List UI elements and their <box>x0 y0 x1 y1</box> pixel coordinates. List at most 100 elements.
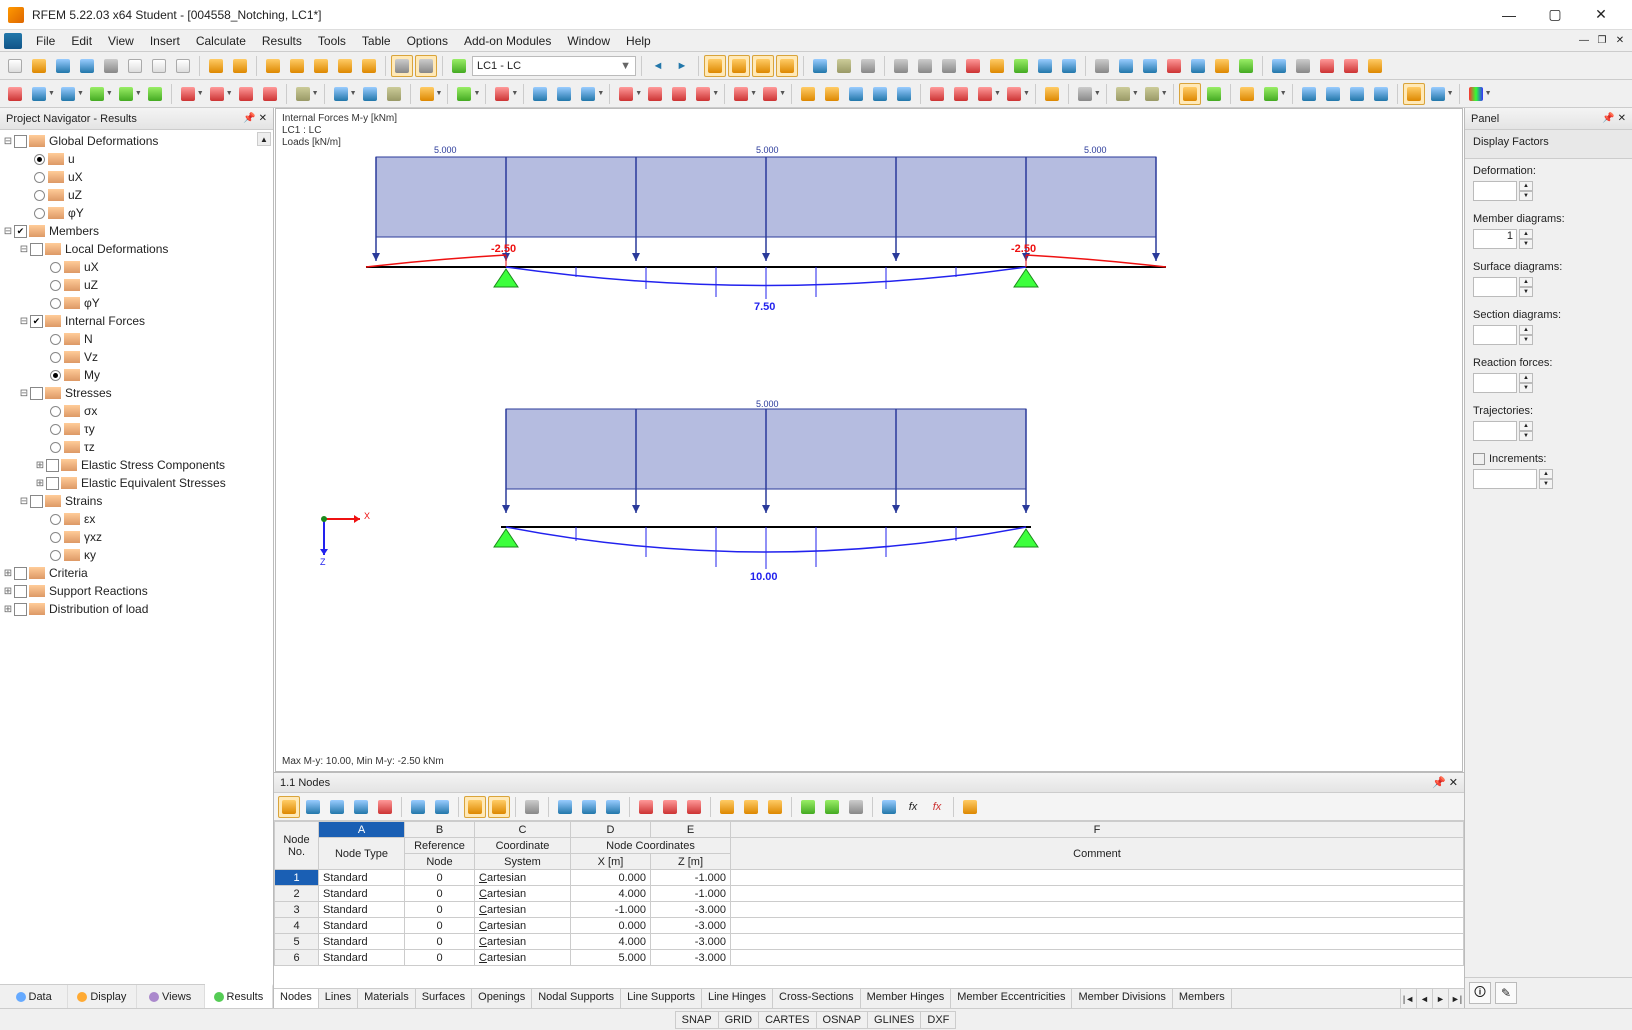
tb2-48[interactable] <box>1403 83 1425 105</box>
tb2-15[interactable] <box>416 83 438 105</box>
tt-14[interactable] <box>635 796 657 818</box>
tree-stresses[interactable]: Stresses <box>63 386 112 400</box>
tb-g12[interactable] <box>1091 55 1113 77</box>
tb-g19[interactable] <box>1268 55 1290 77</box>
tab-member-hinges[interactable]: Member Hinges <box>861 989 952 1008</box>
tb2-41[interactable] <box>1203 83 1225 105</box>
tab-line-supports[interactable]: Line Supports <box>621 989 702 1008</box>
status-cartes[interactable]: CARTES <box>758 1011 816 1029</box>
tb-saveall[interactable] <box>76 55 98 77</box>
table-row[interactable]: 1 Standard 0 Cartesian 0.000 -1.000 <box>275 870 1464 886</box>
tb2-28[interactable] <box>821 83 843 105</box>
tb-print[interactable] <box>100 55 122 77</box>
table-row[interactable]: 4 Standard 0 Cartesian 0.000 -3.000 <box>275 918 1464 934</box>
tb-g8[interactable] <box>986 55 1008 77</box>
tb2-10[interactable] <box>259 83 281 105</box>
tb-zoom[interactable] <box>286 55 308 77</box>
tb2-25[interactable] <box>730 83 752 105</box>
tables-pin-icon[interactable]: 📌 ✕ <box>1432 776 1458 789</box>
tree-phiy[interactable]: φY <box>66 206 84 220</box>
menu-edit[interactable]: Edit <box>63 32 100 50</box>
tb-g1[interactable] <box>809 55 831 77</box>
traj-input[interactable] <box>1473 421 1517 441</box>
tb2-27[interactable] <box>797 83 819 105</box>
nav-tab-results[interactable]: Results <box>205 984 273 1008</box>
tb-open2[interactable] <box>358 55 380 77</box>
status-osnap[interactable]: OSNAP <box>816 1011 869 1029</box>
tree-global-deformations[interactable]: Global Deformations <box>47 134 158 148</box>
tt-1[interactable] <box>278 796 300 818</box>
tt-21[interactable] <box>821 796 843 818</box>
tb2-30[interactable] <box>869 83 891 105</box>
tb2-31[interactable] <box>893 83 915 105</box>
tb2-44[interactable] <box>1298 83 1320 105</box>
tt-22[interactable] <box>845 796 867 818</box>
tree-strains[interactable]: Strains <box>63 494 102 508</box>
tb2-17[interactable] <box>491 83 513 105</box>
maximize-button[interactable]: ▢ <box>1532 0 1578 30</box>
tb2-8[interactable] <box>206 83 228 105</box>
tb-open[interactable] <box>28 55 50 77</box>
tab-nodes[interactable]: Nodes <box>274 989 319 1008</box>
tt-11[interactable] <box>554 796 576 818</box>
tb-g21[interactable] <box>1316 55 1338 77</box>
tb2-36[interactable] <box>1041 83 1063 105</box>
tb-res2[interactable] <box>728 55 750 77</box>
tb2-16[interactable] <box>453 83 475 105</box>
incr-down[interactable]: ▼ <box>1539 479 1553 489</box>
tb-res3[interactable] <box>752 55 774 77</box>
status-glines[interactable]: GLINES <box>867 1011 921 1029</box>
tree-lphiy[interactable]: φY <box>82 296 100 310</box>
nav-tab-views[interactable]: Views <box>137 985 205 1008</box>
tb-g4[interactable] <box>890 55 912 77</box>
tb-paste[interactable] <box>172 55 194 77</box>
tb2-14[interactable] <box>383 83 405 105</box>
tb2-26[interactable] <box>759 83 781 105</box>
tb-g16[interactable] <box>1187 55 1209 77</box>
tree-elastic-comp[interactable]: Elastic Stress Components <box>79 458 225 472</box>
reaction-input[interactable] <box>1473 373 1517 393</box>
status-dxf[interactable]: DXF <box>920 1011 956 1029</box>
table-row[interactable]: 5 Standard 0 Cartesian 4.000 -3.000 <box>275 934 1464 950</box>
tables-grid[interactable]: NodeNo. A B C D E F Node Type Reference … <box>274 821 1464 988</box>
results-tree[interactable]: ▲ ⊟Global Deformations u uX uZ φY ⊟Membe… <box>0 130 273 984</box>
tabnav-next[interactable]: ► <box>1432 989 1448 1008</box>
tt-9[interactable] <box>488 796 510 818</box>
tabnav-first[interactable]: |◄ <box>1400 989 1416 1008</box>
mdi-restore[interactable]: ❐ <box>1594 34 1610 48</box>
tb-g13[interactable] <box>1115 55 1137 77</box>
menu-window[interactable]: Window <box>559 32 618 50</box>
tb-redo[interactable] <box>229 55 251 77</box>
tb-g6[interactable] <box>938 55 960 77</box>
incr-up[interactable]: ▲ <box>1539 469 1553 479</box>
tb2-43[interactable] <box>1260 83 1282 105</box>
menu-addon[interactable]: Add-on Modules <box>456 32 559 50</box>
tb2-24[interactable] <box>692 83 714 105</box>
menu-results[interactable]: Results <box>254 32 310 50</box>
status-grid[interactable]: GRID <box>718 1011 760 1029</box>
tb-res1[interactable] <box>704 55 726 77</box>
tt-fx2[interactable]: fx <box>926 796 948 818</box>
tb2-42[interactable] <box>1236 83 1258 105</box>
tb2-20[interactable] <box>577 83 599 105</box>
tb2-3[interactable] <box>57 83 79 105</box>
tb2-9[interactable] <box>235 83 257 105</box>
tb-g15[interactable] <box>1163 55 1185 77</box>
incr-check[interactable] <box>1473 453 1485 465</box>
deformation-input[interactable] <box>1473 181 1517 201</box>
panel-btn-2[interactable]: ✎ <box>1495 982 1517 1004</box>
tb2-37[interactable] <box>1074 83 1096 105</box>
tt-16[interactable] <box>683 796 705 818</box>
tb2-50[interactable] <box>1465 83 1487 105</box>
tt-20[interactable] <box>797 796 819 818</box>
tree-my[interactable]: My <box>82 368 100 382</box>
pin-icon[interactable]: 📌 ✕ <box>243 113 267 124</box>
tree-members[interactable]: Members <box>47 224 99 238</box>
tb2-22[interactable] <box>644 83 666 105</box>
tb2-46[interactable] <box>1346 83 1368 105</box>
tb-next[interactable]: ► <box>671 55 693 77</box>
tab-openings[interactable]: Openings <box>472 989 532 1008</box>
close-button[interactable]: ✕ <box>1578 0 1624 30</box>
tree-sx[interactable]: σx <box>82 404 97 418</box>
tb-g20[interactable] <box>1292 55 1314 77</box>
